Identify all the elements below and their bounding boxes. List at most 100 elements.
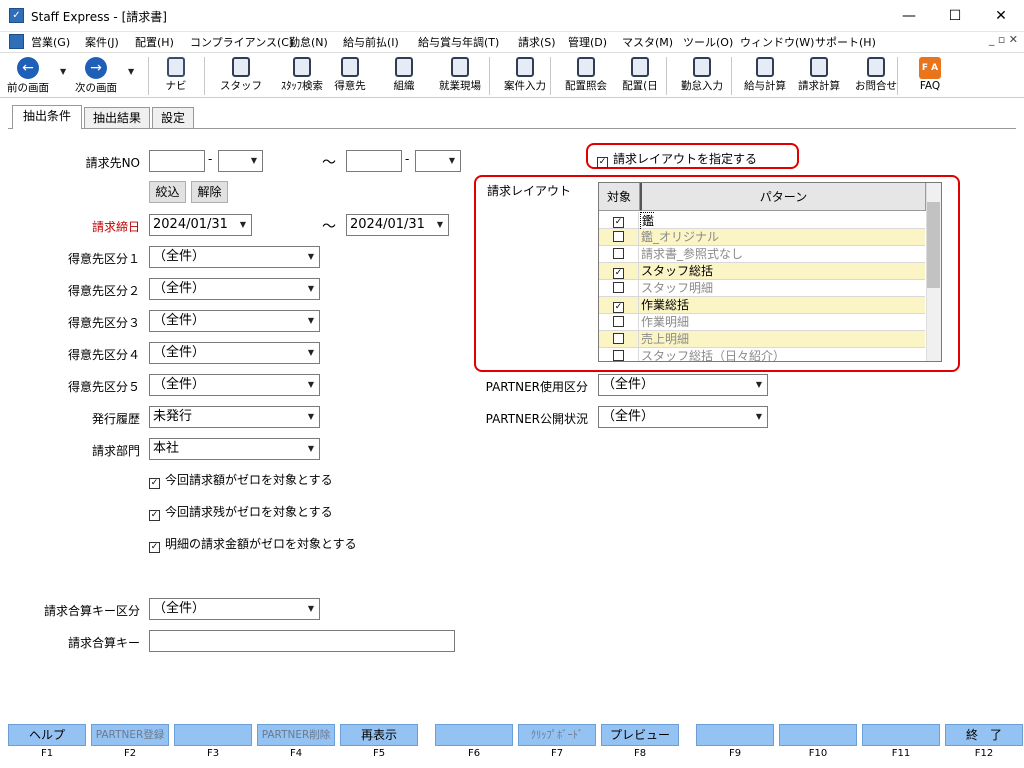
fkey-f6-button[interactable] bbox=[435, 724, 513, 746]
clear-button[interactable]: 解除 bbox=[191, 181, 228, 203]
issue-history-combo[interactable]: 未発行 ▼ bbox=[149, 406, 320, 428]
tab-extract-conditions[interactable]: 抽出条件 bbox=[12, 105, 82, 129]
billing-no-to-sub-combo[interactable]: ▼ bbox=[415, 150, 461, 172]
fkey-f3-button[interactable] bbox=[174, 724, 252, 746]
grid-header-pattern[interactable]: パターン bbox=[640, 183, 926, 211]
customer-class-5-combo[interactable]: （全件） ▼ bbox=[149, 374, 320, 396]
checkbox-unchecked-icon[interactable] bbox=[613, 333, 624, 344]
toolbar-button[interactable]: 勤怠入力 bbox=[674, 53, 730, 97]
closing-date-to-field[interactable]: 2024/01/31 ▼ bbox=[346, 214, 449, 236]
toolbar-button[interactable]: 請求計算 bbox=[793, 53, 845, 97]
mdi-app-icon[interactable] bbox=[9, 34, 24, 49]
grid-row[interactable]: スタッフ明細 bbox=[599, 280, 925, 297]
dropdown-arrow-icon[interactable]: ▼ bbox=[60, 67, 66, 76]
specify-layout-checkbox[interactable]: ✓ 請求レイアウトを指定する bbox=[597, 150, 757, 168]
zero-balance-checkbox[interactable]: ✓ 今回請求残がゼロを対象とする bbox=[149, 503, 333, 521]
menu-item[interactable]: 給与前払(I) bbox=[343, 34, 399, 50]
grid-cell-target[interactable] bbox=[599, 314, 639, 331]
grid-row[interactable]: 作業明細 bbox=[599, 314, 925, 331]
billing-no-from-field[interactable] bbox=[149, 150, 205, 172]
grid-cell-target[interactable]: ✓ bbox=[599, 297, 639, 314]
zero-detail-checkbox[interactable]: ✓ 明細の請求金額がゼロを対象とする bbox=[149, 535, 357, 553]
grid-header-target[interactable]: 対象 bbox=[599, 183, 640, 211]
maximize-button[interactable]: ☐ bbox=[932, 0, 978, 32]
toolbar-button[interactable]: 給与計算 bbox=[739, 53, 791, 97]
toolbar-button[interactable]: 案件入力 bbox=[496, 53, 554, 97]
fkey-f9-button[interactable] bbox=[696, 724, 774, 746]
grid-cell-target[interactable] bbox=[599, 331, 639, 348]
checkbox-unchecked-icon[interactable] bbox=[613, 350, 624, 361]
grid-row[interactable]: ✓ スタッフ総括 bbox=[599, 263, 925, 280]
fkey-f8-button[interactable]: プレビュー bbox=[601, 724, 679, 746]
layout-grid[interactable]: 対象 パターン ✓ 鑑鑑_オリジナル 請求書_参照式なし ✓ スタッフ総括 スタッフ明細 ✓… bbox=[598, 182, 942, 362]
menu-item[interactable]: 勤怠(N) bbox=[289, 34, 328, 50]
menu-item[interactable]: ウィンドウ(W) bbox=[740, 34, 814, 50]
menu-item[interactable]: マスタ(M) bbox=[622, 34, 673, 50]
menu-item[interactable]: ツール(O) bbox=[683, 34, 733, 50]
customer-class-3-combo[interactable]: （全件） ▼ bbox=[149, 310, 320, 332]
grid-cell-target[interactable] bbox=[599, 246, 639, 263]
toolbar-button[interactable]: ← 前の画面 bbox=[3, 53, 53, 97]
customer-class-2-combo[interactable]: （全件） ▼ bbox=[149, 278, 320, 300]
customer-class-1-combo[interactable]: （全件） ▼ bbox=[149, 246, 320, 268]
billing-dept-combo[interactable]: 本社 ▼ bbox=[149, 438, 320, 460]
grid-cell-target[interactable]: ✓ bbox=[599, 212, 639, 229]
partner-public-combo[interactable]: （全件） ▼ bbox=[598, 406, 768, 428]
narrow-button[interactable]: 絞込 bbox=[149, 181, 186, 203]
tab-settings[interactable]: 設定 bbox=[152, 107, 194, 129]
grid-row[interactable]: 請求書_参照式なし bbox=[599, 246, 925, 263]
close-button[interactable]: ✕ bbox=[978, 0, 1024, 32]
menu-item[interactable]: 管理(D) bbox=[568, 34, 607, 50]
customer-class-4-combo[interactable]: （全件） ▼ bbox=[149, 342, 320, 364]
fkey-f7-button[interactable]: ｸﾘｯﾌﾟﾎﾞｰﾄﾞ bbox=[518, 724, 596, 746]
grid-row[interactable]: ✓ 鑑 bbox=[599, 212, 925, 229]
grid-row[interactable]: 売上明細 bbox=[599, 331, 925, 348]
toolbar-button[interactable]: ｽﾀｯﾌ検索 bbox=[277, 53, 327, 97]
partner-use-combo[interactable]: （全件） ▼ bbox=[598, 374, 768, 396]
toolbar-button[interactable]: 組織 bbox=[384, 53, 424, 97]
billing-no-to-field[interactable] bbox=[346, 150, 402, 172]
checkbox-unchecked-icon[interactable] bbox=[613, 282, 624, 293]
menu-item[interactable]: 営業(G) bbox=[31, 34, 70, 50]
toolbar-button[interactable]: 得意先 bbox=[328, 53, 372, 97]
grid-cell-target[interactable] bbox=[599, 348, 639, 361]
fkey-f2-button[interactable]: PARTNER登録 bbox=[91, 724, 169, 746]
fkey-f11-button[interactable] bbox=[862, 724, 940, 746]
toolbar-button[interactable]: → 次の画面 bbox=[68, 53, 124, 97]
menu-item[interactable]: 配置(H) bbox=[135, 34, 174, 50]
toolbar-button[interactable]: お問合せ bbox=[850, 53, 902, 97]
zero-billing-checkbox[interactable]: ✓ 今回請求額がゼロを対象とする bbox=[149, 471, 333, 489]
closing-date-from-field[interactable]: 2024/01/31 ▼ bbox=[149, 214, 252, 236]
grid-row[interactable]: スタッフ総括（日々紹介） bbox=[599, 348, 925, 361]
menu-item[interactable]: サポート(H) bbox=[815, 34, 876, 50]
minimize-button[interactable]: — bbox=[886, 0, 932, 32]
grid-cell-target[interactable] bbox=[599, 229, 639, 246]
checkbox-checked-icon[interactable]: ✓ bbox=[613, 217, 624, 228]
grid-row[interactable]: ✓ 作業総括 bbox=[599, 297, 925, 314]
dropdown-arrow-icon[interactable]: ▼ bbox=[128, 67, 134, 76]
checkbox-checked-icon[interactable]: ✓ bbox=[613, 268, 624, 279]
checkbox-unchecked-icon[interactable] bbox=[613, 248, 624, 259]
fkey-f4-button[interactable]: PARTNER削除 bbox=[257, 724, 335, 746]
checkbox-unchecked-icon[interactable] bbox=[613, 231, 624, 242]
toolbar-button[interactable]: ナビ bbox=[156, 53, 196, 97]
fkey-f1-button[interactable]: ヘルプ bbox=[8, 724, 86, 746]
fkey-f12-button[interactable]: 終 了 bbox=[945, 724, 1023, 746]
grid-cell-target[interactable]: ✓ bbox=[599, 263, 639, 280]
checkbox-unchecked-icon[interactable] bbox=[613, 316, 624, 327]
fkey-f5-button[interactable]: 再表示 bbox=[340, 724, 418, 746]
fkey-f10-button[interactable] bbox=[779, 724, 857, 746]
merge-key-class-combo[interactable]: （全件） ▼ bbox=[149, 598, 320, 620]
menu-item[interactable]: 案件(J) bbox=[85, 34, 119, 50]
toolbar-button[interactable]: 就業現場 bbox=[432, 53, 488, 97]
checkbox-checked-icon[interactable]: ✓ bbox=[613, 302, 624, 313]
menu-item[interactable]: コンプライアンス(C) bbox=[190, 34, 293, 50]
toolbar-button[interactable]: スタッフ bbox=[220, 53, 262, 97]
grid-scrollbar-thumb[interactable] bbox=[927, 202, 940, 288]
menu-item[interactable]: 給与賞与年調(T) bbox=[418, 34, 499, 50]
toolbar-button[interactable]: 配置照会 bbox=[558, 53, 614, 97]
menu-item[interactable]: 請求(S) bbox=[518, 34, 556, 50]
billing-no-from-sub-combo[interactable]: ▼ bbox=[218, 150, 263, 172]
toolbar-button[interactable]: F A Q FAQ bbox=[905, 53, 955, 97]
grid-row[interactable]: 鑑_オリジナル bbox=[599, 229, 925, 246]
